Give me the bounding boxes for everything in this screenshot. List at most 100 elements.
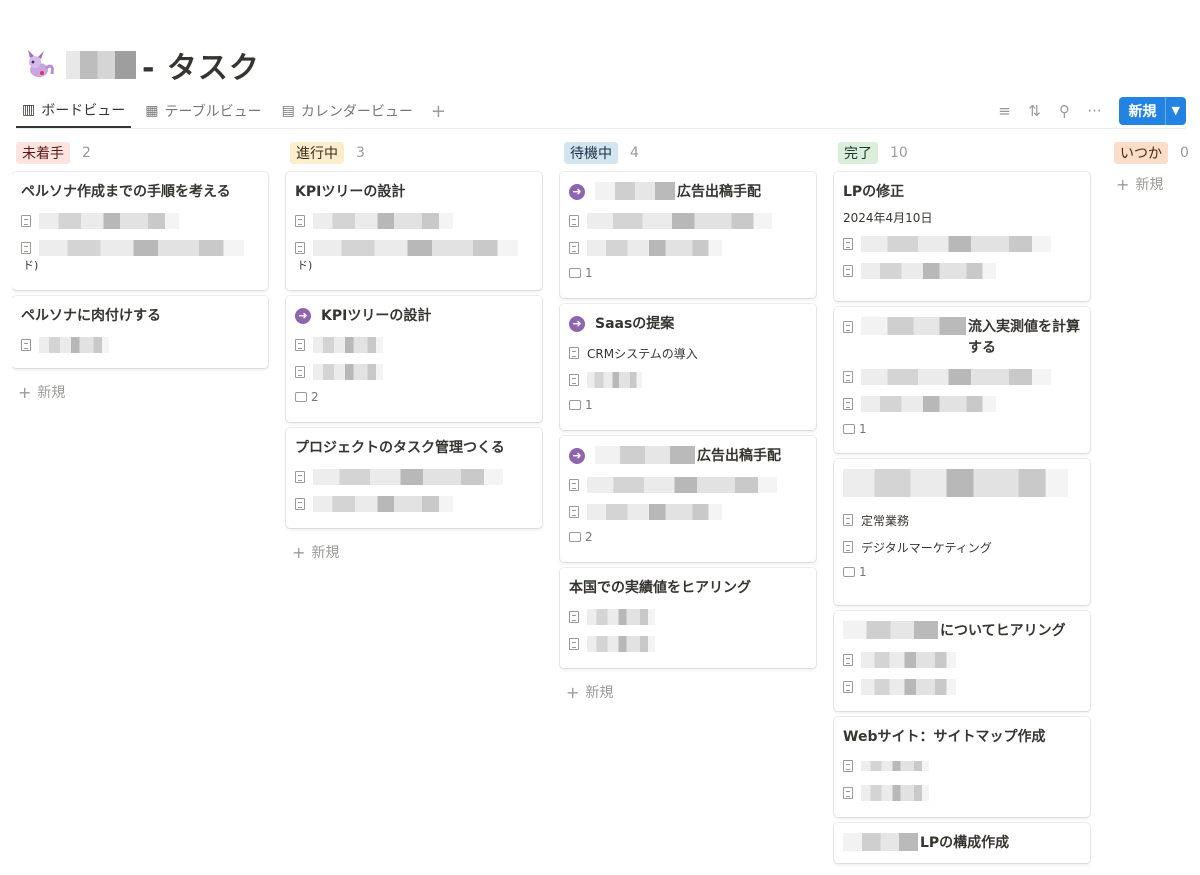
- page-icon: [569, 374, 579, 386]
- column-not-started: 未着手 2 ペルソナ作成までの手順を考える ド) ペルソナに肉付けする + 新規: [12, 140, 268, 410]
- task-card[interactable]: ペルソナに肉付けする: [12, 296, 268, 368]
- plus-icon: +: [292, 542, 306, 562]
- add-card-button[interactable]: + 新規: [286, 534, 542, 570]
- task-card[interactable]: ➜ 広告出稿手配 2: [560, 436, 816, 562]
- comment-icon: [569, 400, 581, 410]
- sort-icon[interactable]: ⇅: [1021, 102, 1049, 120]
- arrow-right-icon: ➜: [569, 184, 585, 200]
- view-tabs: ▥ ボードビュー ▦ テーブルビュー ▤ カレンダービュー + ≡ ⇅ ⚲ ··…: [16, 94, 1186, 129]
- add-card-button[interactable]: + 新規: [1110, 172, 1200, 202]
- redacted-title: [843, 469, 1068, 497]
- task-card[interactable]: 本国での実績値をヒアリング: [560, 568, 816, 668]
- status-badge: 未着手: [16, 142, 70, 164]
- chevron-down-icon[interactable]: ▼: [1164, 97, 1186, 125]
- board-icon: ▥: [22, 102, 36, 118]
- redacted-text: [861, 679, 956, 695]
- task-card[interactable]: ➜ Saasの提案 CRMシステムの導入 1: [560, 304, 816, 430]
- comment-icon: [295, 392, 307, 402]
- card-property: [295, 495, 533, 513]
- card-title: LPの構成作成: [843, 833, 1081, 854]
- card-property: [569, 212, 807, 230]
- add-card-button[interactable]: + 新規: [560, 674, 816, 710]
- card-title: ➜ 広告出稿手配: [569, 446, 807, 467]
- column-header[interactable]: いつか 0: [1110, 140, 1200, 166]
- column-header[interactable]: 進行中 3: [286, 140, 542, 166]
- filter-icon[interactable]: ≡: [991, 102, 1019, 120]
- page-icon: [569, 506, 579, 518]
- redacted-text: [861, 236, 1051, 252]
- comment-number: 1: [585, 398, 593, 412]
- task-card[interactable]: Webサイト：サイトマップ作成: [834, 717, 1090, 817]
- add-card-button[interactable]: + 新規: [12, 374, 268, 410]
- arrow-right-icon: ➜: [569, 316, 585, 332]
- project-relation[interactable]: CRMシステムの導入: [587, 345, 698, 362]
- page-icon: [21, 215, 31, 227]
- status-badge: いつか: [1114, 142, 1168, 164]
- card-title: 流入実測値を計算する: [843, 317, 1081, 359]
- redacted-text: [843, 833, 918, 851]
- card-property: [569, 239, 807, 257]
- add-label: 新規: [1135, 177, 1164, 193]
- column-someday: いつか 0 + 新規: [1110, 140, 1200, 202]
- card-title: ➜ Saasの提案: [569, 314, 807, 335]
- page-icon: [295, 498, 305, 510]
- comment-number: 2: [311, 390, 319, 404]
- redacted-text: [587, 372, 642, 388]
- wrapped-text: ド): [23, 259, 39, 272]
- page-icon: [843, 787, 853, 799]
- redacted-text: [861, 761, 929, 771]
- card-property: [843, 368, 1081, 386]
- task-card[interactable]: についてヒアリング: [834, 611, 1090, 711]
- column-header[interactable]: 未着手 2: [12, 140, 268, 166]
- plus-icon: +: [566, 682, 580, 702]
- task-card[interactable]: ➜ KPIツリーの設計 2: [286, 296, 542, 422]
- project-relation[interactable]: デジタルマーケティング: [861, 539, 992, 556]
- column-count: 0: [1180, 145, 1189, 161]
- card-property: CRMシステムの導入: [569, 344, 807, 362]
- page-icon: [295, 242, 305, 254]
- redacted-text: [39, 240, 244, 256]
- task-card[interactable]: KPIツリーの設計 ド): [286, 172, 542, 290]
- task-card[interactable]: ペルソナ作成までの手順を考える ド): [12, 172, 268, 290]
- new-button[interactable]: 新規 ▼: [1118, 97, 1186, 125]
- tab-calendar-view[interactable]: ▤ カレンダービュー: [276, 94, 419, 128]
- search-icon[interactable]: ⚲: [1051, 102, 1079, 120]
- page-icon: [843, 371, 853, 383]
- new-button-label: 新規: [1128, 104, 1157, 120]
- task-card[interactable]: プロジェクトのタスク管理つくる: [286, 428, 542, 528]
- task-card[interactable]: ➜ 広告出稿手配 1: [560, 172, 816, 298]
- redacted-text: [313, 337, 383, 353]
- add-view-icon[interactable]: +: [431, 101, 446, 122]
- category-relation[interactable]: 定常業務: [861, 512, 909, 529]
- comment-count: 1: [843, 565, 1081, 579]
- card-property: [295, 468, 533, 486]
- task-card[interactable]: LPの構成作成: [834, 823, 1090, 863]
- page-icon: [843, 541, 853, 553]
- comment-number: 1: [859, 422, 867, 436]
- card-property: [843, 678, 1081, 696]
- card-property: [295, 212, 533, 230]
- column-count: 2: [82, 145, 91, 161]
- redacted-text: [313, 496, 453, 512]
- column-header[interactable]: 完了 10: [834, 140, 1090, 166]
- card-title-text: 広告出稿手配: [697, 448, 781, 464]
- page-icon: [843, 265, 853, 277]
- page-icon: [295, 366, 305, 378]
- page-emoji-icon[interactable]: [22, 48, 56, 82]
- task-card[interactable]: LPの修正 2024年4月10日: [834, 172, 1090, 301]
- task-card[interactable]: 定常業務 デジタルマーケティング 1: [834, 459, 1090, 605]
- page-icon: [295, 339, 305, 351]
- card-property: [569, 503, 807, 521]
- redacted-text: [595, 446, 695, 464]
- tab-board-view[interactable]: ▥ ボードビュー: [16, 94, 132, 128]
- task-card[interactable]: 流入実測値を計算する 1: [834, 307, 1090, 453]
- tab-table-view[interactable]: ▦ テーブルビュー: [139, 94, 267, 128]
- card-title: ➜ 広告出稿手配: [569, 182, 807, 203]
- status-badge: 進行中: [290, 142, 344, 164]
- comment-count: 1: [843, 422, 1081, 436]
- page-icon: [569, 479, 579, 491]
- column-header[interactable]: 待機中 4: [560, 140, 816, 166]
- card-title: についてヒアリング: [843, 621, 1081, 642]
- more-icon[interactable]: ···: [1081, 102, 1109, 120]
- redacted-text: [861, 369, 1051, 385]
